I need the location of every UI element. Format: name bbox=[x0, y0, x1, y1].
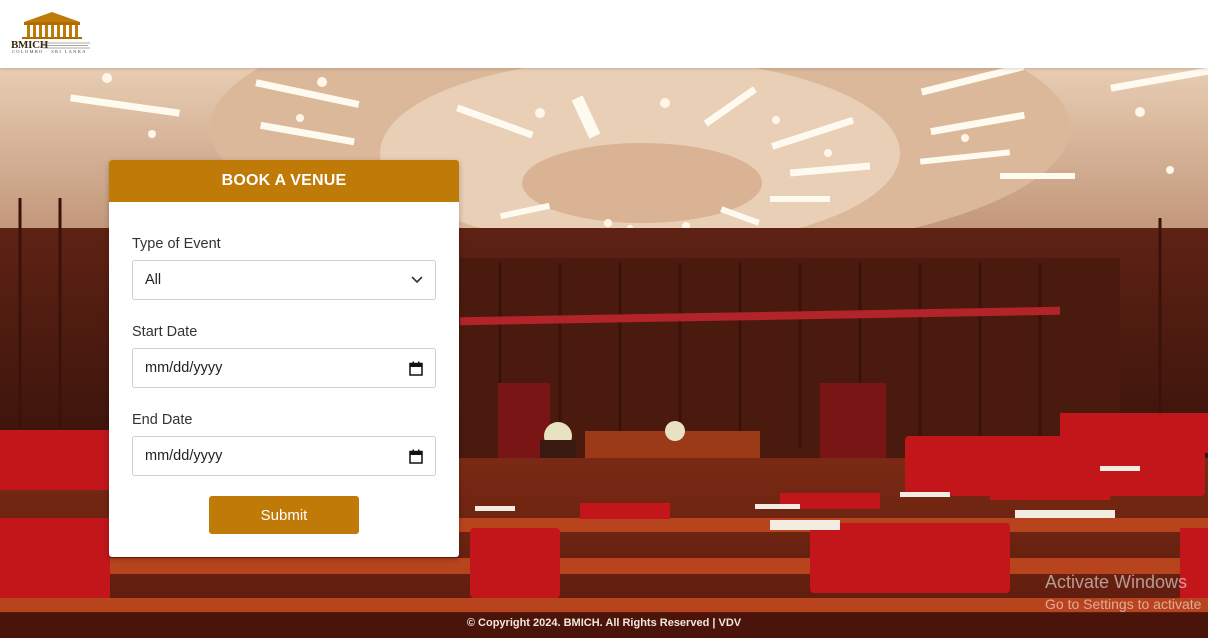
card-title: BOOK A VENUE bbox=[109, 160, 459, 202]
end-date-input[interactable]: mm/dd/yyyy bbox=[132, 436, 436, 476]
end-date-placeholder: mm/dd/yyyy bbox=[145, 448, 223, 464]
booking-form: Type of Event All Start Date mm/dd/yyyy … bbox=[109, 202, 459, 534]
end-date-label: End Date bbox=[132, 412, 193, 428]
submit-button[interactable]: Submit bbox=[209, 496, 359, 534]
event-type-label: Type of Event bbox=[132, 236, 221, 252]
watermark-title: Activate Windows bbox=[1045, 572, 1188, 592]
start-date-placeholder: mm/dd/yyyy bbox=[145, 360, 223, 376]
start-date-input[interactable]: mm/dd/yyyy bbox=[132, 348, 436, 388]
watermark-subtitle: Go to Settings to activate bbox=[1045, 596, 1202, 612]
start-date-label: Start Date bbox=[132, 324, 198, 340]
bmich-logo[interactable]: BMICH COLOMBO · SRI LANKA bbox=[10, 10, 94, 56]
activate-windows-watermark: Activate Windows Go to Settings to activ… bbox=[1045, 572, 1201, 612]
event-type-value: All bbox=[145, 272, 162, 288]
calendar-icon[interactable] bbox=[409, 449, 423, 464]
logo-subtext: COLOMBO · SRI LANKA bbox=[12, 49, 87, 54]
event-type-select[interactable]: All bbox=[132, 260, 436, 300]
footer-copyright: © Copyright 2024. BMICH. All Rights Rese… bbox=[466, 617, 742, 629]
submit-wrapper: Submit bbox=[132, 496, 436, 534]
chevron-down-icon bbox=[411, 276, 423, 284]
book-venue-card: BOOK A VENUE Type of Event All Start Dat… bbox=[109, 160, 459, 557]
calendar-icon[interactable] bbox=[409, 361, 423, 376]
site-header: BMICH COLOMBO · SRI LANKA bbox=[0, 0, 1208, 68]
